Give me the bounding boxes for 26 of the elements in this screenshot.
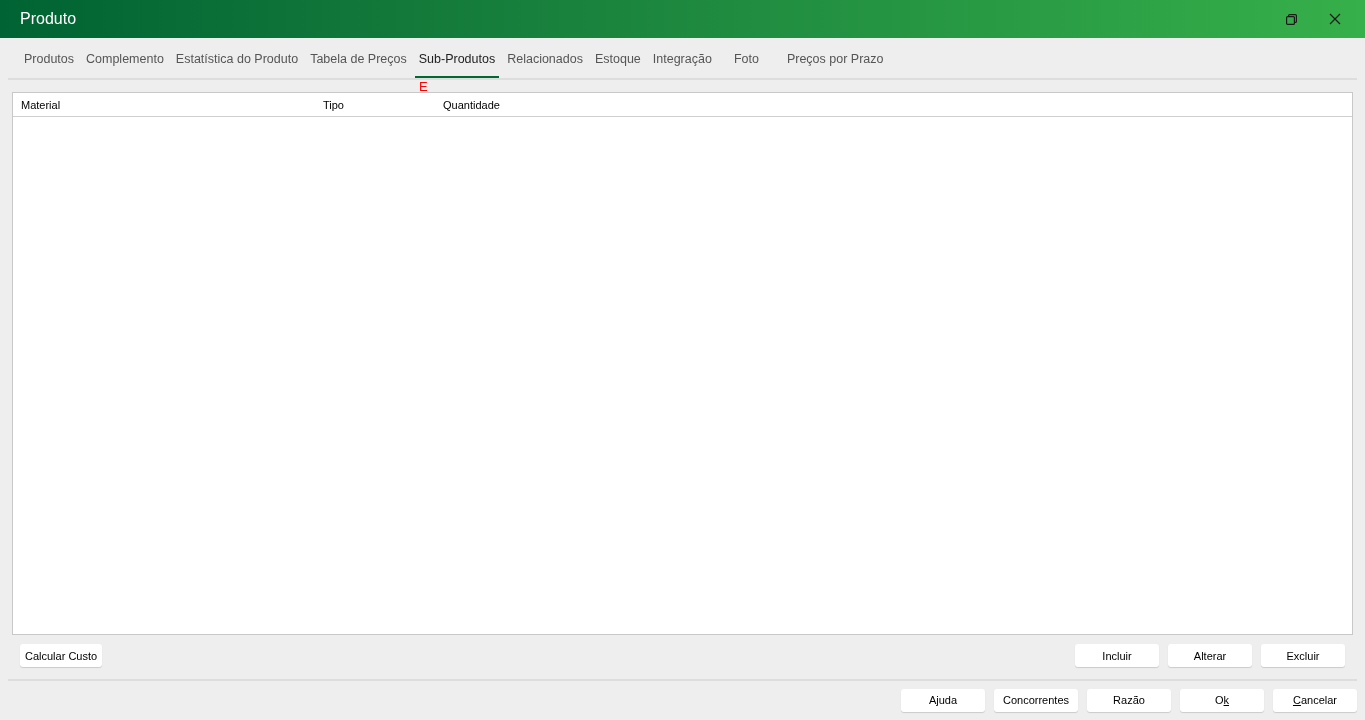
dialog-button[interactable]: Concorrentes: [994, 688, 1078, 712]
tab[interactable]: Produtos: [20, 50, 79, 78]
action-button[interactable]: Alterar: [1168, 644, 1252, 668]
action-button[interactable]: Excluir: [1261, 644, 1345, 668]
restore-icon: [1285, 13, 1297, 25]
dialog-button[interactable]: Cancelar: [1273, 688, 1357, 712]
window-title: Produto: [20, 9, 78, 29]
dialog-button[interactable]: Ajuda: [901, 688, 985, 712]
tab[interactable]: Tabela de Preços: [306, 50, 411, 78]
tab[interactable]: Complemento: [82, 50, 168, 78]
column-header[interactable]: Quantidade: [443, 99, 500, 112]
column-header[interactable]: Tipo: [323, 99, 344, 112]
tab[interactable]: Estoque: [590, 50, 645, 78]
column-header[interactable]: Material: [21, 99, 61, 112]
tab[interactable]: Preços por Prazo: [776, 50, 894, 78]
tab[interactable]: Integração: [648, 50, 716, 78]
tab[interactable]: Relacionados: [503, 50, 587, 78]
dialog-button[interactable]: Razão: [1087, 688, 1171, 712]
dialog-button[interactable]: Ok: [1180, 688, 1264, 712]
tab[interactable]: Sub-Produtos: [414, 50, 500, 78]
calculate-cost-button[interactable]: Calcular Custo: [20, 644, 103, 668]
tab[interactable]: Estatística do Produto: [171, 50, 303, 78]
marker-letter: E: [419, 78, 428, 94]
action-button[interactable]: Incluir: [1075, 644, 1159, 668]
tab[interactable]: Foto: [719, 50, 773, 78]
close-icon: [1329, 13, 1341, 25]
